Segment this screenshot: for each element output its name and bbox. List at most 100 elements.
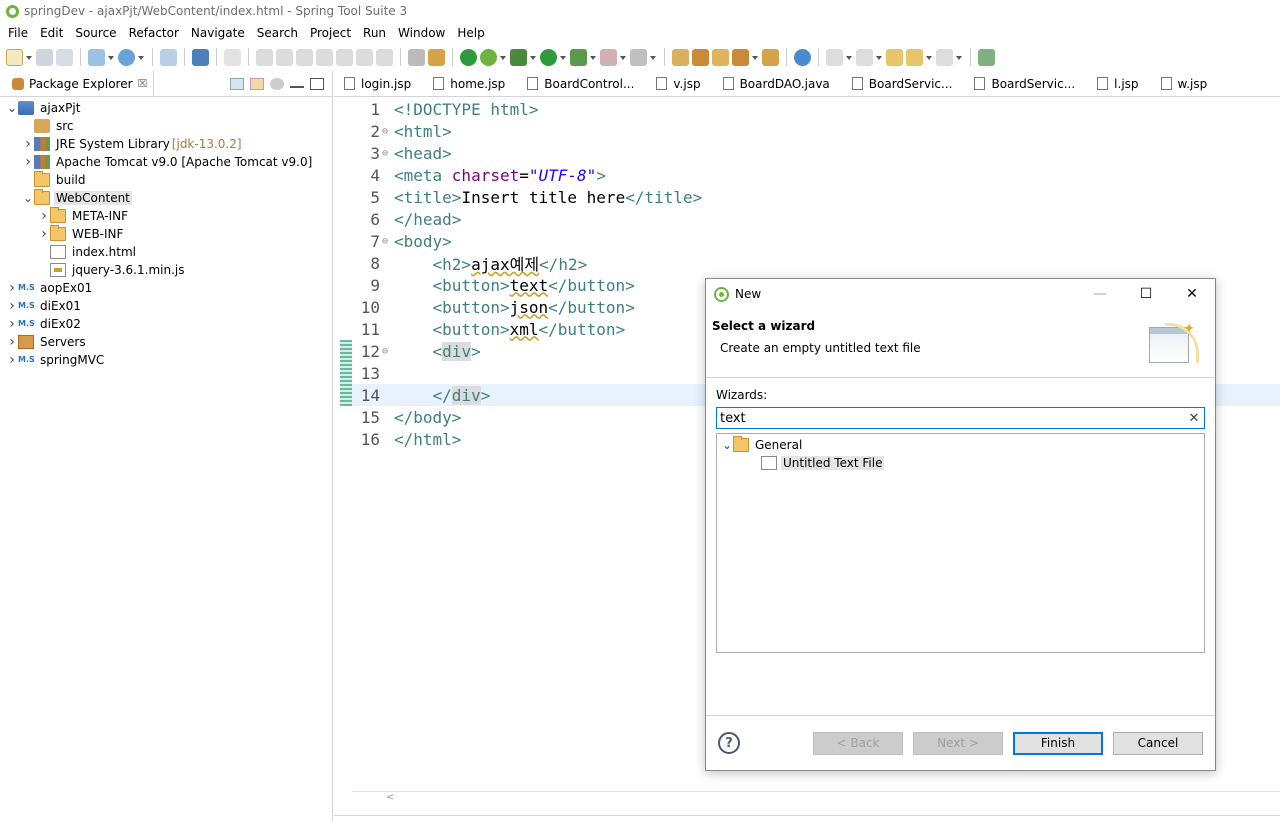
- tree-node[interactable]: ⌄ WebContent: [0, 189, 332, 207]
- close-tab-icon[interactable]: ☒: [138, 77, 148, 90]
- chevron-down-icon[interactable]: ⌄: [22, 191, 34, 205]
- spring-boot-icon[interactable]: [118, 48, 135, 66]
- tree-node[interactable]: › META-INF: [0, 207, 332, 225]
- chevron-right-icon[interactable]: ›: [22, 136, 34, 152]
- chevron-right-icon[interactable]: ›: [38, 208, 50, 224]
- spring-refresh-dropdown-icon[interactable]: [500, 49, 507, 66]
- last-edit-location-icon[interactable]: [886, 48, 903, 66]
- menu-window[interactable]: Window: [392, 26, 451, 40]
- new-server-icon[interactable]: [88, 48, 105, 66]
- open-folder-icon[interactable]: [712, 48, 729, 66]
- step-return-icon[interactable]: [376, 48, 393, 66]
- skip-breakpoints-icon[interactable]: [224, 48, 241, 66]
- open-perspective-icon[interactable]: [978, 48, 995, 66]
- editor-tab[interactable]: v.jsp: [648, 71, 714, 97]
- editor-tab[interactable]: BoardServic...: [844, 71, 967, 97]
- tree-node[interactable]: › M.S diEx01: [0, 297, 332, 315]
- external-dropdown-icon[interactable]: [590, 49, 597, 66]
- fold-toggle-icon[interactable]: ⊖: [380, 236, 394, 247]
- chevron-right-icon[interactable]: ›: [6, 316, 18, 332]
- minimize-icon[interactable]: [290, 80, 304, 88]
- chevron-right-icon[interactable]: ›: [6, 298, 18, 314]
- code-line[interactable]: 4 <meta charset="UTF-8">: [352, 164, 1280, 186]
- back-button[interactable]: < Back: [813, 731, 903, 755]
- annotation-icon[interactable]: [762, 48, 779, 66]
- menu-source[interactable]: Source: [69, 26, 122, 40]
- run-external-icon[interactable]: [570, 48, 587, 66]
- editor-tab[interactable]: l.jsp: [1089, 71, 1152, 97]
- new-java-package-icon[interactable]: [672, 48, 689, 66]
- open-project-icon[interactable]: [692, 48, 709, 66]
- step-into-icon[interactable]: [336, 48, 353, 66]
- fold-toggle-icon[interactable]: ⊖: [380, 346, 394, 357]
- wizard-tree-node[interactable]: Untitled Text File: [717, 454, 1204, 472]
- resume-icon[interactable]: [256, 48, 273, 66]
- chevron-right-icon[interactable]: ›: [6, 352, 18, 368]
- prev-annotation-dropdown-icon[interactable]: [876, 49, 883, 66]
- wizard-filter-input[interactable]: text ✕: [716, 407, 1205, 429]
- tree-node[interactable]: › WEB-INF: [0, 225, 332, 243]
- debug-icon[interactable]: [510, 48, 527, 66]
- minimize-icon[interactable]: —: [1077, 279, 1123, 309]
- search-dropdown-icon[interactable]: [752, 49, 759, 66]
- chevron-right-icon[interactable]: ›: [22, 154, 34, 170]
- tree-node[interactable]: › Servers: [0, 333, 332, 351]
- fold-toggle-icon[interactable]: ⊖: [380, 126, 394, 137]
- spring-refresh-icon[interactable]: [480, 48, 497, 66]
- menu-search[interactable]: Search: [251, 26, 304, 40]
- menu-run[interactable]: Run: [357, 26, 392, 40]
- tree-node[interactable]: › M.S diEx02: [0, 315, 332, 333]
- tab-package-explorer[interactable]: Package Explorer ☒: [6, 70, 155, 97]
- tasks-icon[interactable]: [428, 48, 445, 66]
- menu-file[interactable]: File: [2, 26, 34, 40]
- code-line[interactable]: 3 ⊖ <head>: [352, 142, 1280, 164]
- use-step-filters-icon[interactable]: [408, 48, 425, 66]
- chevron-down-icon[interactable]: ⌄: [721, 438, 733, 452]
- tree-node[interactable]: build: [0, 171, 332, 189]
- next-annotation-dropdown-icon[interactable]: [846, 49, 853, 66]
- next-annotation-icon[interactable]: [826, 48, 843, 66]
- stop-icon[interactable]: [600, 48, 617, 66]
- disconnect-icon[interactable]: [316, 48, 333, 66]
- new-dropdown-icon[interactable]: [26, 49, 33, 66]
- editor-tab[interactable]: home.jsp: [425, 71, 519, 97]
- maximize-icon[interactable]: [310, 77, 324, 90]
- tree-node[interactable]: › JRE System Library [jdk-13.0.2]: [0, 135, 332, 153]
- chevron-right-icon[interactable]: ›: [6, 280, 18, 296]
- prev-annotation-icon[interactable]: [856, 48, 873, 66]
- cancel-button[interactable]: Cancel: [1113, 731, 1203, 755]
- chevron-right-icon[interactable]: ›: [38, 226, 50, 242]
- menu-help[interactable]: Help: [451, 26, 490, 40]
- next-button[interactable]: Next >: [913, 731, 1003, 755]
- collapse-all-icon[interactable]: [230, 77, 244, 90]
- tree-node[interactable]: src: [0, 117, 332, 135]
- editor-tab[interactable]: BoardControl...: [519, 71, 648, 97]
- menu-edit[interactable]: Edit: [34, 26, 69, 40]
- tree-node[interactable]: › M.S aopEx01: [0, 279, 332, 297]
- fold-toggle-icon[interactable]: ⊖: [380, 148, 394, 159]
- web-browser-icon[interactable]: [794, 48, 811, 66]
- help-icon[interactable]: ?: [718, 732, 740, 754]
- tree-node[interactable]: ⌄ ajaxPjt: [0, 99, 332, 117]
- code-line[interactable]: 2 ⊖ <html>: [352, 120, 1280, 142]
- code-line[interactable]: 8 <h2>ajax예제</h2>: [352, 252, 1280, 275]
- code-line[interactable]: 6 </head>: [352, 208, 1280, 230]
- forward-icon[interactable]: [936, 48, 953, 66]
- step-over-icon[interactable]: [356, 48, 373, 66]
- tree-node[interactable]: › Apache Tomcat v9.0 [Apache Tomcat v9.0]: [0, 153, 332, 171]
- deploy-dropdown-icon[interactable]: [650, 49, 657, 66]
- chevron-right-icon[interactable]: ›: [6, 334, 18, 350]
- server-dropdown-icon[interactable]: [108, 49, 115, 66]
- back-dropdown-icon[interactable]: [926, 49, 933, 66]
- horizontal-scrollbar[interactable]: <: [352, 791, 1280, 805]
- link-with-editor-icon[interactable]: [250, 77, 264, 90]
- editor-tab[interactable]: BoardDAO.java: [715, 71, 844, 97]
- terminate-icon[interactable]: [296, 48, 313, 66]
- save-icon[interactable]: [36, 48, 53, 66]
- maximize-icon[interactable]: ☐: [1123, 279, 1169, 309]
- search-tool-icon[interactable]: [732, 48, 749, 66]
- editor-tab[interactable]: w.jsp: [1153, 71, 1222, 97]
- terminal-icon[interactable]: [192, 48, 209, 66]
- spring-dropdown-icon[interactable]: [138, 49, 145, 66]
- code-line[interactable]: 5 <title>Insert title here</title>: [352, 186, 1280, 208]
